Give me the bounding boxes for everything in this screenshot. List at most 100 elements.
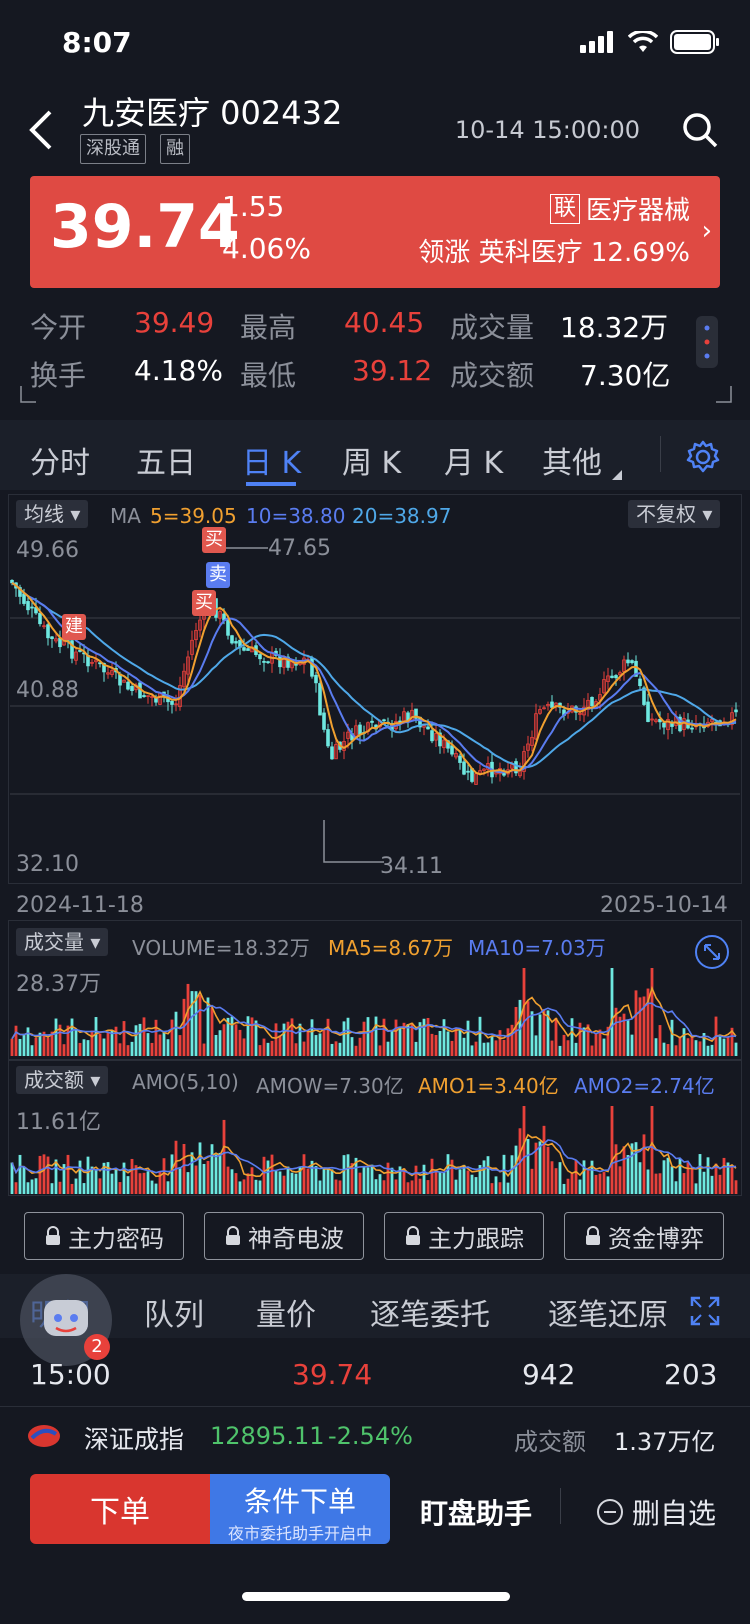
tool-fund-game[interactable]: 资金博弈 xyxy=(564,1212,724,1260)
build-marker[interactable]: 建 xyxy=(62,614,86,640)
volume-bar xyxy=(466,1020,470,1056)
volume-bar xyxy=(178,1167,182,1194)
price-banner[interactable]: 39.74 1.55 4.06% 联 医疗器械 领涨 英科医疗 12.69% › xyxy=(30,176,720,288)
volume-bar xyxy=(134,1025,138,1056)
volume-bar xyxy=(710,1044,714,1056)
volume-bar xyxy=(154,1019,158,1056)
amow-value: AMOW=7.30亿 xyxy=(256,1074,404,1098)
volume-bar xyxy=(70,1018,74,1056)
volume-bar xyxy=(74,1030,78,1056)
tab-trade-restore[interactable]: 逐笔还原 xyxy=(548,1290,678,1334)
volume-bar xyxy=(694,1040,698,1056)
date-start: 2024-11-18 xyxy=(16,893,144,918)
remove-watchlist-button[interactable]: 删自选 xyxy=(596,1492,716,1532)
volume-bar xyxy=(306,1168,310,1194)
tab-five-day[interactable]: 五日 xyxy=(136,438,196,482)
candle-body xyxy=(734,709,738,713)
volume-bar xyxy=(682,1028,686,1056)
sell-marker[interactable]: 卖 xyxy=(206,562,230,588)
active-tab-indicator xyxy=(246,482,296,486)
volume-bar xyxy=(334,1041,338,1056)
candlestick-chart[interactable] xyxy=(10,540,740,880)
candle-body xyxy=(322,712,326,730)
volume-bar xyxy=(94,1017,98,1056)
volume-bar xyxy=(42,1154,46,1194)
assistant-avatar[interactable]: 2 xyxy=(20,1274,112,1366)
volume-bar xyxy=(326,1168,330,1194)
volume-bar xyxy=(442,1019,446,1056)
volume-bar xyxy=(438,1030,442,1056)
search-icon[interactable] xyxy=(682,112,718,148)
tab-queue[interactable]: 队列 xyxy=(144,1290,204,1334)
tab-volume-price[interactable]: 量价 xyxy=(256,1290,316,1334)
conditional-order-button[interactable]: 条件下单 夜市委托助手开启中 xyxy=(210,1474,390,1544)
volume-bar xyxy=(338,1042,342,1056)
watch-assistant-button[interactable]: 盯盘助手 xyxy=(420,1492,532,1532)
tool-main-force-code[interactable]: 主力密码 xyxy=(24,1212,184,1260)
current-price: 39.74 xyxy=(50,192,240,262)
volume-bar xyxy=(166,1181,170,1194)
volume-bar xyxy=(238,1181,242,1194)
tab-daily-k[interactable]: 日 K xyxy=(242,438,301,482)
volume-bar xyxy=(466,1170,470,1194)
candle-body xyxy=(466,770,470,773)
volume-bar xyxy=(730,1166,734,1194)
back-icon[interactable] xyxy=(26,108,56,152)
buy-marker-top[interactable]: 买 xyxy=(202,527,226,553)
volume-bar xyxy=(510,1155,514,1194)
tab-monthly-k[interactable]: 月 K xyxy=(444,438,503,482)
candle-body xyxy=(382,719,386,722)
volume-bar xyxy=(406,1024,410,1056)
tag-shenguotong: 深股通 xyxy=(80,134,146,164)
volume-bar xyxy=(346,1017,350,1056)
index-amount: 1.37万亿 xyxy=(614,1428,716,1456)
signal-icon xyxy=(580,31,613,53)
expand-corners[interactable] xyxy=(20,384,732,404)
lead-stock: 英科医疗 xyxy=(478,238,583,268)
volume-bar xyxy=(34,1178,38,1194)
tool-magic-wave[interactable]: 神奇电波 xyxy=(204,1212,364,1260)
expand-icon[interactable] xyxy=(690,1296,720,1326)
volume-bar xyxy=(634,990,638,1056)
sector-leader: 领涨 英科医疗 12.69% xyxy=(418,232,690,269)
sector-link[interactable]: 联 医疗器械 xyxy=(549,190,690,227)
settings-gear-icon[interactable] xyxy=(686,440,720,474)
buy-marker[interactable]: 买 xyxy=(192,590,216,616)
high-label: 最高 xyxy=(240,311,297,344)
volume-bar xyxy=(590,1045,594,1056)
volume-bar xyxy=(686,1162,690,1194)
tab-weekly-k[interactable]: 周 K xyxy=(342,438,401,482)
volume-bar xyxy=(246,1016,250,1056)
amount-selector[interactable]: 成交额 ▾ xyxy=(16,1066,109,1094)
volume-bar xyxy=(114,1169,118,1194)
volume-bar xyxy=(370,1164,374,1194)
volume-bar xyxy=(86,1040,90,1056)
candle-body xyxy=(318,683,322,716)
volume-bar xyxy=(258,1180,262,1194)
tool-main-force-track[interactable]: 主力跟踪 xyxy=(384,1212,544,1260)
szse-logo-icon xyxy=(28,1425,60,1447)
volume-bar xyxy=(46,1037,50,1056)
candle-body xyxy=(126,681,130,690)
adjust-selector[interactable]: 不复权 ▾ xyxy=(628,500,721,528)
tab-other[interactable]: 其他 xyxy=(542,438,602,482)
order-button[interactable]: 下单 xyxy=(30,1474,210,1544)
volume-bar xyxy=(338,1180,342,1194)
volume-selector[interactable]: 成交量 ▾ xyxy=(16,928,109,956)
more-stats-button[interactable] xyxy=(696,316,718,368)
volume-bar xyxy=(410,1180,414,1194)
volume-bar xyxy=(58,1181,62,1194)
tab-intraday[interactable]: 分时 xyxy=(30,438,90,482)
chevron-right-icon[interactable]: › xyxy=(702,216,712,246)
volume-bar xyxy=(190,1152,194,1194)
volume-bar xyxy=(626,1155,630,1194)
volume-bar xyxy=(110,1030,114,1056)
tab-order-by-order[interactable]: 逐笔委托 xyxy=(370,1290,490,1334)
volume-bar xyxy=(38,1155,42,1194)
volume-bar xyxy=(18,1154,22,1194)
volume-bar xyxy=(610,1106,614,1194)
ma-selector[interactable]: 均线 ▾ xyxy=(16,500,89,528)
volume-bar xyxy=(690,1166,694,1194)
volume-bar xyxy=(490,1036,494,1056)
volume-bar xyxy=(414,1165,418,1194)
